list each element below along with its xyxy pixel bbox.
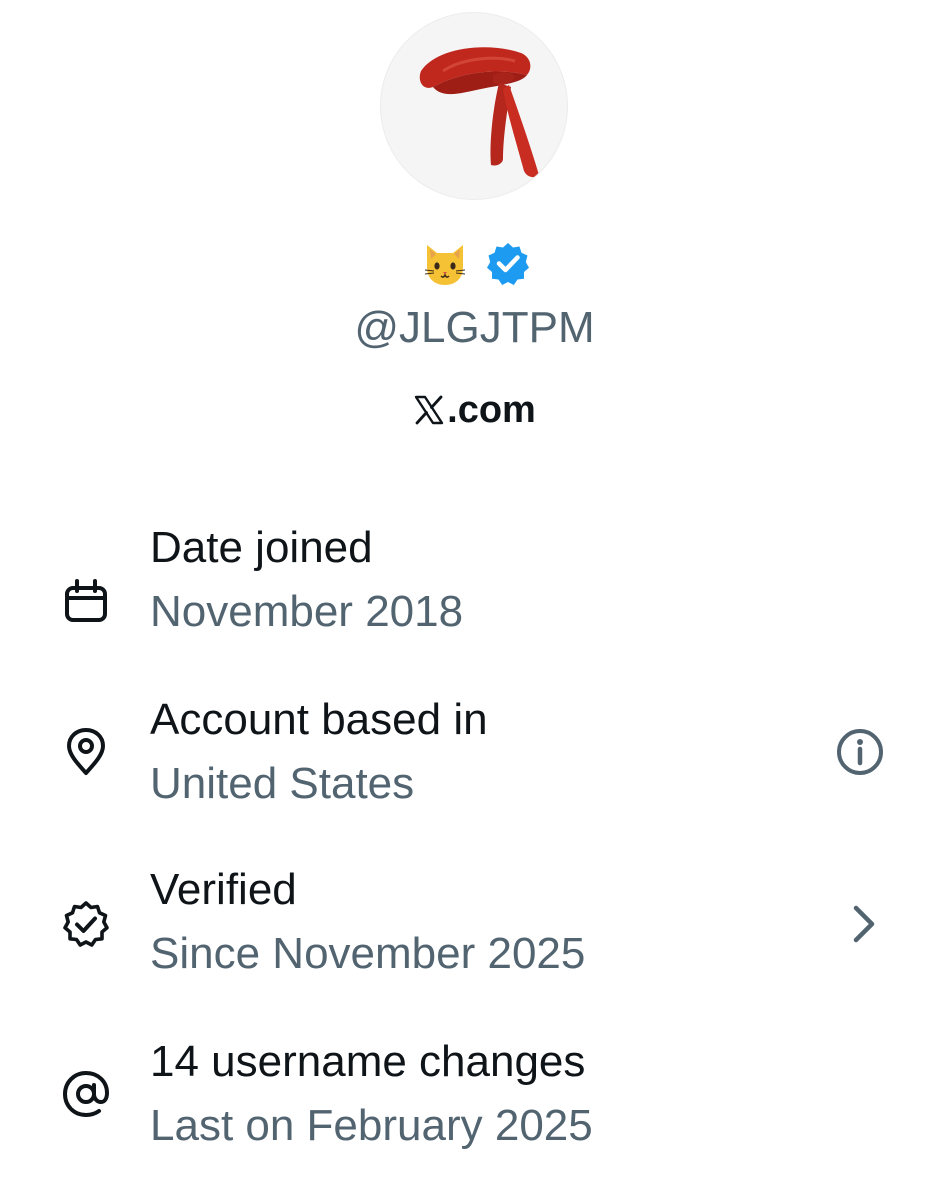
calendar-icon — [60, 576, 112, 628]
website-text: .com — [447, 389, 536, 431]
detail-title: 14 username changes — [150, 1037, 586, 1086]
red-headband-icon — [419, 47, 539, 178]
detail-subtitle: Since November 2025 — [150, 929, 586, 978]
chevron-right-icon[interactable] — [838, 898, 890, 950]
blue-verified-badge-icon[interactable] — [485, 240, 531, 286]
detail-subtitle: November 2018 — [150, 587, 464, 636]
username-handle: @JLGJTPM — [354, 303, 595, 352]
detail-row-date-joined: Date joined November 2018 — [0, 520, 949, 660]
avatar[interactable] — [380, 12, 568, 200]
cat-face-icon — [419, 237, 471, 289]
info-icon[interactable] — [834, 726, 886, 778]
detail-subtitle: Last on February 2025 — [150, 1101, 593, 1150]
location-pin-icon — [60, 726, 112, 778]
x-logo-icon — [413, 394, 445, 426]
detail-title: Date joined — [150, 523, 373, 572]
detail-subtitle: United States — [150, 759, 415, 808]
display-name-row — [0, 236, 949, 290]
detail-row-username-changes: 14 username changes Last on February 202… — [0, 1034, 949, 1174]
verified-badge-outline-icon — [60, 898, 112, 950]
detail-row-verified[interactable]: Verified Since November 2025 — [0, 862, 949, 1002]
detail-title: Account based in — [150, 695, 488, 744]
at-sign-icon — [60, 1068, 112, 1120]
detail-row-account-based-in: Account based in United States — [0, 692, 949, 832]
detail-title: Verified — [150, 865, 297, 914]
website-link[interactable]: .com — [0, 388, 949, 432]
